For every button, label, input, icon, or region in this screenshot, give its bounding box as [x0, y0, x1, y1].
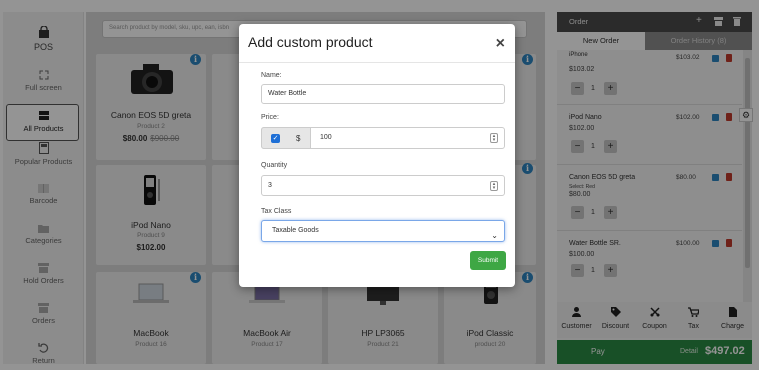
price-addon: ✓ $ [261, 127, 311, 149]
modal-title: Add custom product [248, 34, 373, 50]
price-label: Price: [261, 114, 279, 121]
quantity-label: Quantity [261, 162, 288, 169]
name-input[interactable]: Water Bottle [261, 84, 505, 104]
tax-class-label: Tax Class [261, 208, 292, 215]
spinner-icon[interactable]: ▴ ▾ [490, 133, 498, 143]
tax-class-select[interactable]: Taxable Goods ⌄ [261, 220, 505, 242]
name-label: Name: [261, 72, 282, 79]
close-icon[interactable]: × [496, 35, 505, 53]
divider [239, 62, 515, 63]
submit-button[interactable]: Submit [470, 251, 506, 270]
add-custom-product-modal: Add custom product × Name: Water Bottle … [239, 24, 515, 287]
checkbox[interactable]: ✓ [271, 134, 280, 143]
price-value: 100 [320, 134, 332, 141]
quantity-input[interactable]: 3 ▴ ▾ [261, 175, 505, 196]
chevron-down-icon: ⌄ [491, 231, 498, 240]
tax-class-value: Taxable Goods [272, 227, 319, 234]
spinner-icon[interactable]: ▴ ▾ [490, 181, 498, 191]
quantity-value: 3 [268, 182, 272, 189]
currency-symbol: $ [296, 134, 301, 143]
